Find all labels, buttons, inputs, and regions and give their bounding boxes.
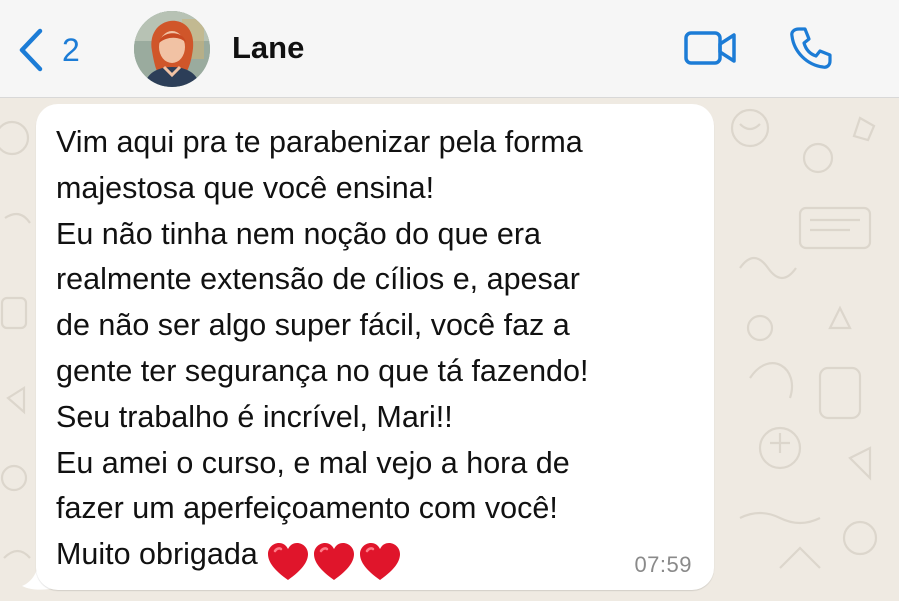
message-line: Vim aqui pra te parabenizar pela forma	[56, 125, 583, 159]
video-call-button[interactable]	[683, 28, 739, 73]
message-line-last: Muito obrigada	[56, 532, 588, 584]
unread-count: 2	[62, 31, 80, 68]
red-heart-icon	[266, 543, 312, 581]
message-line: de não ser algo super fácil, você faz a	[56, 308, 570, 343]
red-heart-icon	[358, 543, 404, 581]
voice-call-button[interactable]	[788, 25, 834, 76]
message-line: Seu trabalho é incrível, Mari!!	[56, 399, 453, 434]
message-line: majestosa que você ensina!	[56, 170, 435, 205]
chat-header: 2 Lane	[0, 0, 899, 98]
message-line: realmente extensão de cílios e, apesar	[56, 262, 580, 297]
message-line: gente ter segurança no que tá fazendo!	[56, 353, 589, 388]
message-bubble[interactable]: Vim aqui pra te parabenizar pela forma m…	[36, 104, 714, 590]
message-timestamp: 07:59	[634, 552, 692, 577]
message-line: Eu não tinha nem noção do que era	[56, 216, 541, 251]
avatar[interactable]	[134, 11, 210, 87]
contact-name[interactable]: Lane	[232, 28, 304, 68]
message-line-text: Muito obrigada	[56, 537, 258, 572]
message-text: Vim aqui pra te parabenizar pela forma m…	[56, 120, 588, 584]
chevron-left-icon	[18, 28, 44, 72]
back-button[interactable]: 2	[18, 22, 80, 78]
phone-icon	[788, 27, 834, 75]
video-camera-icon	[683, 31, 739, 72]
message-line: fazer um aperfeiçoamento com você!	[56, 491, 558, 526]
red-heart-icon	[312, 543, 358, 581]
message-line: Eu amei o curso, e mal vejo a hora de	[56, 445, 570, 480]
hearts-row	[266, 538, 404, 584]
